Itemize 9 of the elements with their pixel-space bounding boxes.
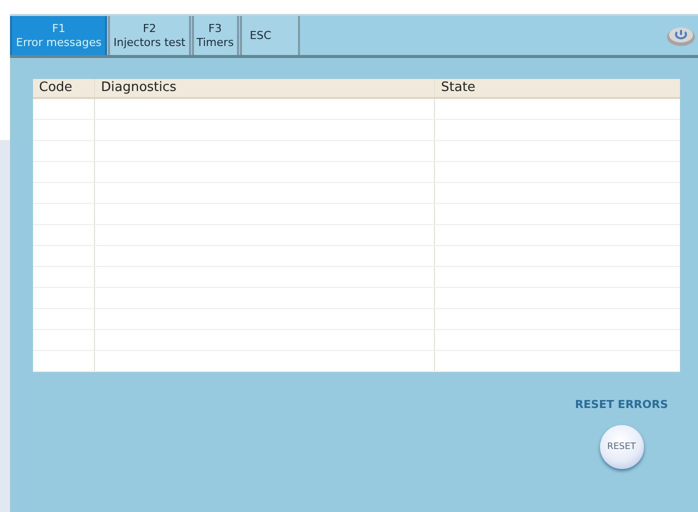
reset-button[interactable]: RESET	[600, 425, 644, 469]
column-header: State	[440, 79, 476, 97]
tab[interactable]: F2 Injectors test	[108, 16, 190, 55]
power-icon[interactable]	[666, 24, 696, 46]
tab[interactable]: F3 Timers	[192, 16, 239, 55]
reset-errors-label: RESET ERRORS	[575, 398, 668, 411]
column-header: Code	[33, 79, 95, 97]
column-header: Diagnostics	[95, 79, 435, 97]
tab[interactable]: ESC	[240, 16, 300, 55]
